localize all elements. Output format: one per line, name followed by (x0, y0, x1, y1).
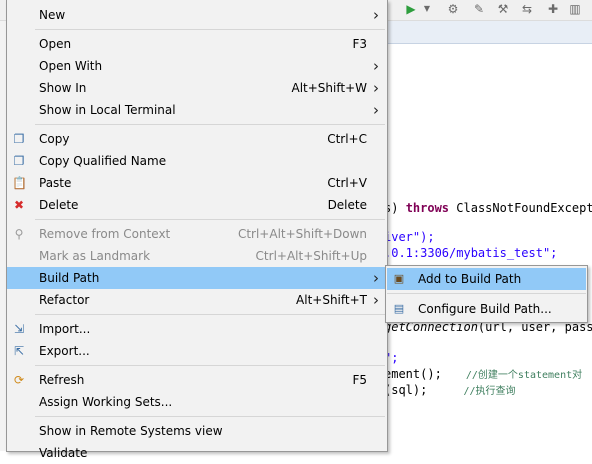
menu-item-open[interactable]: Open F3 (7, 33, 387, 55)
menu-item-label: Show in Remote Systems view (39, 424, 223, 438)
menu-separator (387, 293, 586, 294)
build-path-icon: ▤ (393, 302, 405, 315)
chevron-right-icon: › (373, 6, 379, 24)
editor-tab-bar (386, 21, 592, 44)
copy-qualified-name-icon: ❐ (13, 154, 25, 168)
chevron-right-icon: › (373, 57, 379, 75)
menu-item-delete[interactable]: ✖ Delete Delete (7, 194, 387, 216)
menu-item-label: Remove from Context (39, 227, 171, 241)
menu-item-shortcut: F5 (352, 373, 367, 387)
pencil-icon[interactable]: ✎ (472, 2, 486, 16)
delete-icon: ✖ (13, 198, 25, 212)
menu-item-shortcut: Alt+Shift+T (296, 293, 367, 307)
menu-item-label: Validate (39, 446, 88, 460)
menu-item-label: Open With (39, 59, 103, 73)
menu-item-build-path[interactable]: Build Path › (7, 267, 387, 289)
build-path-submenu: ▣ Add to Build Path ▤ Configure Build Path.… (385, 265, 588, 323)
menu-item-label: Refactor (39, 293, 90, 307)
paste-icon: 📋 (12, 176, 27, 190)
code-line: s) throws ClassNotFoundExcept (384, 201, 592, 215)
menu-item-label: Paste (39, 176, 72, 190)
code-line: ement(); //创建一个statement对 (384, 366, 582, 381)
code-line: iver"); (384, 230, 435, 244)
menu-item-copy[interactable]: ❐ Copy Ctrl+C (7, 128, 387, 150)
menu-item-show-in-local-terminal[interactable]: Show in Local Terminal › (7, 99, 387, 121)
menu-item-label: Export... (39, 344, 90, 358)
code-line: (sql); //执行查询 (384, 382, 516, 397)
menu-item-label: Show In (39, 81, 87, 95)
run-icon[interactable]: ▶ (404, 2, 418, 16)
chevron-right-icon: › (373, 79, 379, 97)
menu-item-shortcut: Delete (327, 198, 367, 212)
export-icon: ⇱ (13, 344, 25, 358)
submenu-item-label: Configure Build Path... (418, 302, 552, 316)
menu-item-shortcut: Ctrl+V (327, 176, 367, 190)
code-token: //创建一个statement对 (441, 370, 583, 381)
menu-item-open-with[interactable]: Open With › (7, 55, 387, 77)
menu-separator (35, 29, 385, 30)
menu-item-export[interactable]: ⇱ Export... (7, 340, 387, 362)
menu-item-label: Open (39, 37, 72, 51)
menu-item-label: Refresh (39, 373, 85, 387)
menu-item-shortcut: Ctrl+Alt+Shift+Down (237, 227, 367, 241)
code-line: .0.1:3306/mybatis_test"; (384, 246, 557, 260)
pin-icon[interactable]: ✚ (546, 2, 560, 16)
submenu-item-add-to-build-path[interactable]: ▣ Add to Build Path (387, 268, 586, 290)
navigate-icon[interactable]: ⇆ (520, 2, 534, 16)
menu-item-remove-from-context: ⚲ Remove from Context Ctrl+Alt+Shift+Down (7, 223, 387, 245)
menu-separator (35, 314, 385, 315)
menu-item-label: Assign Working Sets... (39, 395, 173, 409)
code-token: (sql); (384, 383, 428, 397)
menu-separator (35, 219, 385, 220)
debug-icon[interactable]: ⚙ (446, 2, 460, 16)
menu-item-label: Copy Qualified Name (39, 154, 167, 168)
external-tool-icon[interactable]: ⚒ (496, 2, 510, 16)
chevron-right-icon: › (373, 101, 379, 119)
menu-item-import[interactable]: ⇲ Import... (7, 318, 387, 340)
context-menu: New › Open F3 Open With › Show In Alt+Shift+W › S… (6, 0, 388, 460)
menu-item-new[interactable]: New › (7, 4, 387, 26)
menu-item-shortcut: Ctrl+Alt+Shift+Up (255, 249, 367, 263)
menu-item-show-in-remote-systems-view[interactable]: Show in Remote Systems view (7, 420, 387, 442)
jar-icon: ▣ (393, 272, 405, 285)
menu-item-refactor[interactable]: Refactor Alt+Shift+T › (7, 289, 387, 311)
menu-item-assign-working-sets[interactable]: Assign Working Sets... (7, 391, 387, 413)
remove-context-icon: ⚲ (14, 227, 24, 241)
code-token: throws (405, 201, 450, 215)
chevron-right-icon: › (373, 269, 379, 287)
copy-icon: ❐ (13, 132, 25, 146)
dropdown-icon[interactable]: ▼ (420, 2, 434, 16)
menu-item-shortcut: F3 (352, 37, 367, 51)
menu-item-copy-qualified-name[interactable]: ❐ Copy Qualified Name (7, 150, 387, 172)
menu-item-paste[interactable]: 📋 Paste Ctrl+V (7, 172, 387, 194)
submenu-item-label: Add to Build Path (418, 272, 522, 286)
menu-item-label: Show in Local Terminal (39, 103, 176, 117)
code-token: .0.1:3306/mybatis_test"; (384, 246, 558, 260)
code-token: ement(); (384, 367, 442, 381)
menu-item-shortcut: Alt+Shift+W (291, 81, 368, 95)
menu-item-label: Build Path (39, 271, 100, 285)
menu-item-validate[interactable]: Validate (7, 442, 387, 464)
menu-item-mark-as-landmark: Mark as Landmark Ctrl+Alt+Shift+Up (7, 245, 387, 267)
menu-separator (35, 124, 385, 125)
menu-item-label: Copy (39, 132, 70, 146)
menu-item-shortcut: Ctrl+C (327, 132, 367, 146)
submenu-item-configure-build-path[interactable]: ▤ Configure Build Path... (387, 298, 586, 320)
code-token: //执行查询 (427, 386, 516, 397)
code-token: iver"); (384, 230, 435, 244)
menu-item-refresh[interactable]: ⟳ Refresh F5 (7, 369, 387, 391)
menu-separator (35, 365, 385, 366)
menu-item-label: Delete (39, 198, 79, 212)
chevron-right-icon: › (373, 291, 379, 309)
menu-item-label: Mark as Landmark (39, 249, 151, 263)
layout-icon[interactable]: ▥ (568, 2, 582, 16)
code-token: ClassNotFoundExcept (449, 201, 592, 215)
refresh-icon: ⟳ (13, 373, 25, 387)
menu-item-show-in[interactable]: Show In Alt+Shift+W › (7, 77, 387, 99)
menu-item-label: New (39, 8, 66, 22)
menu-item-label: Import... (39, 322, 91, 336)
menu-separator (35, 416, 385, 417)
import-icon: ⇲ (13, 322, 25, 336)
